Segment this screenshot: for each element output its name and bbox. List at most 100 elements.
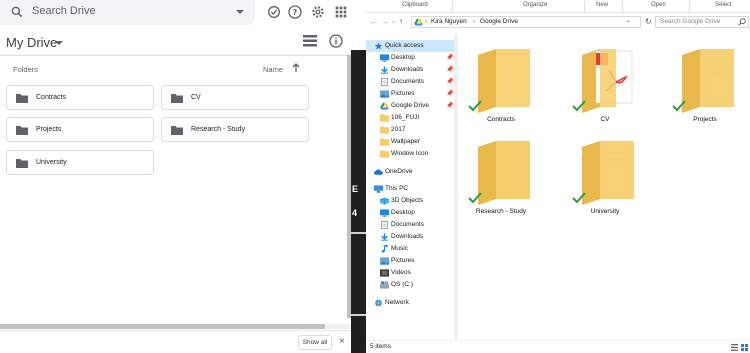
show-all-button[interactable]: Show all [298, 335, 332, 350]
forward-arrow-icon[interactable]: → [381, 17, 389, 26]
explorer-folder-item[interactable]: Contracts [460, 36, 540, 126]
desktop-icon [380, 209, 389, 217]
sort-direction-arrow-icon[interactable] [290, 62, 302, 74]
address-bar[interactable]: › Kira Nguyen › Google Drive ⌄ [411, 16, 641, 28]
ribbon-open-label: Open [651, 2, 666, 8]
nav-item-window-icon[interactable]: Window Icon [366, 148, 454, 160]
computer-icon [374, 185, 383, 193]
nav-label: Google Drive [391, 102, 429, 109]
nav-item-os-c[interactable]: OS (C:) [366, 279, 454, 291]
nav-item-google-drive[interactable]: Google Drive 📌 [366, 100, 454, 112]
nav-item-pictures[interactable]: Pictures 📌 [366, 88, 454, 100]
sync-check-icon [468, 192, 482, 204]
folder-icon [380, 150, 389, 158]
nav-item-documents[interactable]: Documents 📌 [366, 76, 454, 88]
ribbon-new-label: New [596, 2, 609, 8]
nav-label: Quick access [385, 42, 424, 49]
explorer-folder-item[interactable]: University [564, 128, 644, 218]
drive-folder-tile[interactable]: University [6, 150, 154, 175]
apps-grid-icon[interactable] [333, 4, 349, 20]
star-icon [374, 42, 383, 50]
folder-name: Research - Study [191, 126, 246, 133]
explorer-folder-item[interactable]: Research - Study [460, 128, 540, 218]
help-icon[interactable]: ? [287, 4, 303, 20]
nav-item-desktop-pc[interactable]: Desktop [366, 207, 454, 219]
nav-label: Wallpaper [391, 138, 421, 145]
folder-name: CV [600, 116, 610, 123]
breadcrumb-google-drive[interactable]: Google Drive [480, 18, 518, 25]
nav-item-pictures-pc[interactable]: Pictures [366, 255, 454, 267]
drive-folder-tile[interactable]: Research - Study [161, 117, 309, 142]
address-dropdown-chevron-icon[interactable]: ⌄ [626, 17, 631, 24]
ribbon-clipboard-label: Clipboard [402, 2, 428, 8]
drive-search-box[interactable]: Search Drive [0, 0, 255, 25]
my-drive-menu-chevron-icon[interactable] [55, 41, 63, 45]
search-options-dropdown-icon[interactable] [236, 10, 244, 14]
status-bar: 5 items [366, 340, 750, 353]
breadcrumb-separator: › [425, 18, 428, 25]
drive-folder-tile[interactable]: Projects [6, 117, 154, 142]
explorer-search-input[interactable]: Search Google Drive [660, 18, 720, 25]
pin-icon: 📌 [446, 55, 454, 61]
explorer-folder-item[interactable]: Projects [664, 36, 744, 126]
folder-name: University [590, 208, 620, 215]
film-icon [380, 269, 389, 277]
nav-label: OneDrive [385, 168, 413, 175]
nav-item-downloads-pc[interactable]: Downloads [366, 231, 454, 243]
list-view-icon[interactable] [303, 35, 317, 47]
breadcrumb-kira-nguyen[interactable]: Kira Nguyen [431, 18, 467, 25]
page-title[interactable]: My Drive [6, 35, 57, 50]
folder-name: Contracts [487, 116, 515, 123]
nav-item-onedrive[interactable]: OneDrive [366, 166, 454, 178]
folder-icon [380, 138, 389, 146]
large-icons-view-icon[interactable] [741, 344, 748, 351]
nav-item-wallpaper[interactable]: Wallpaper [366, 136, 454, 148]
nav-item-this-pc[interactable]: This PC [366, 183, 454, 195]
folder-icon [16, 94, 28, 103]
drive-search-input[interactable]: Search Drive [32, 5, 96, 17]
nav-label: Pictures [391, 257, 415, 264]
recent-locations-chevron-icon[interactable]: ⌄ [391, 18, 396, 25]
nav-label: OS (C:) [391, 281, 414, 288]
info-icon[interactable] [328, 33, 344, 49]
settings-gear-icon[interactable] [310, 4, 326, 20]
drive-folder-tile[interactable]: CV [161, 85, 309, 110]
nav-item-documents-pc[interactable]: Documents [366, 219, 454, 231]
folder-icon [171, 126, 183, 135]
folder-icon [171, 94, 183, 103]
nav-item-quick-access[interactable]: Quick access [366, 40, 454, 52]
offline-status-icon[interactable] [266, 4, 282, 20]
breadcrumb-separator: › [473, 18, 476, 25]
sort-by-name-button[interactable]: Name [263, 65, 283, 74]
nav-item-music[interactable]: Music [366, 243, 454, 255]
nav-item-videos[interactable]: Videos [366, 267, 454, 279]
nav-label: Window Icon [391, 150, 429, 157]
details-view-icon[interactable] [731, 344, 738, 351]
explorer-search-box[interactable]: Search Google Drive [655, 16, 749, 28]
explorer-folder-item[interactable]: CV [564, 36, 644, 126]
music-note-icon [381, 245, 388, 253]
sync-check-icon [572, 100, 586, 112]
ribbon-group-labels: Clipboard Organize New Open Select [366, 0, 750, 13]
refresh-icon[interactable]: ↻ [645, 17, 652, 26]
pictures-icon [380, 257, 389, 265]
nav-item-desktop[interactable]: Desktop 📌 [366, 52, 454, 64]
sync-check-icon [572, 192, 586, 204]
nav-item-network[interactable]: Network [366, 297, 454, 309]
strip-top [351, 0, 366, 50]
cube-icon [380, 197, 389, 205]
drive-top-bar: Search Drive ? [0, 0, 351, 26]
close-download-bar-icon[interactable]: × [339, 336, 349, 348]
nav-item-downloads[interactable]: Downloads 📌 [366, 64, 454, 76]
folder-name: CV [191, 94, 201, 101]
up-arrow-icon[interactable]: ↑ [399, 17, 403, 26]
nav-label: This PC [385, 185, 409, 192]
nav-item-106-fuji[interactable]: 106_FUJI [366, 112, 454, 124]
horizontal-scrollbar-thumb[interactable] [0, 324, 325, 329]
back-arrow-icon[interactable]: ← [370, 17, 378, 26]
strip-text-fragment: 4 [352, 208, 358, 218]
ribbon-divider [452, 1, 453, 12]
nav-item-2017[interactable]: 2017 [366, 124, 454, 136]
drive-folder-tile[interactable]: Contracts [6, 85, 154, 110]
nav-item-3d-objects[interactable]: 3D Objects [366, 195, 454, 207]
